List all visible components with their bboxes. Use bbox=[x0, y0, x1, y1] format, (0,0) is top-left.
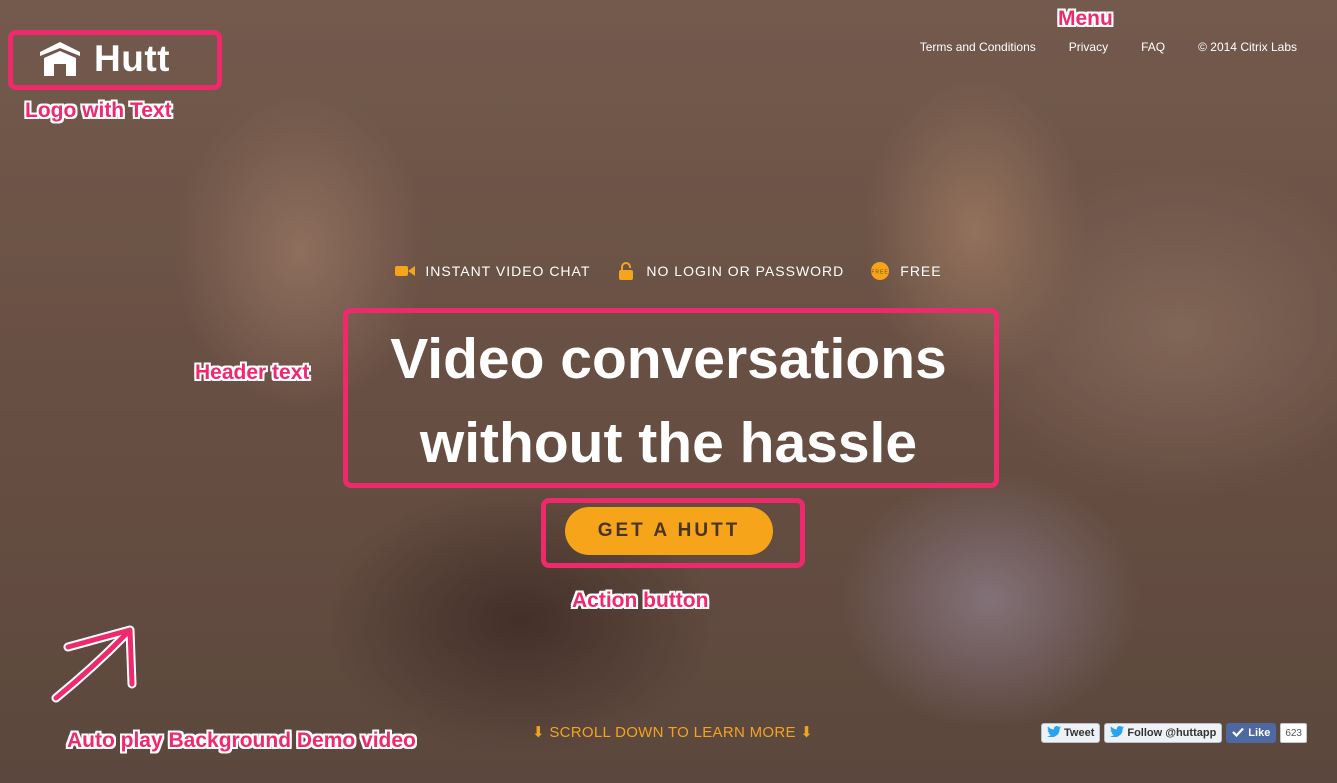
video-camera-icon bbox=[395, 263, 416, 279]
feature-item: NO LOGIN OR PASSWORD bbox=[616, 262, 845, 280]
header-annotation: Header text bbox=[195, 361, 310, 384]
free-badge-text: FREE bbox=[872, 270, 889, 276]
facebook-like-button[interactable]: Like bbox=[1226, 723, 1277, 743]
follow-label: Follow @huttapp bbox=[1127, 727, 1217, 739]
logo-annotation-box bbox=[8, 30, 222, 90]
tweet-button[interactable]: Tweet bbox=[1041, 723, 1101, 743]
action-annotation: Action button bbox=[572, 589, 709, 612]
action-annotation-box bbox=[541, 498, 805, 568]
copyright-text: © 2014 Citrix Labs bbox=[1198, 40, 1297, 54]
feature-label: NO LOGIN OR PASSWORD bbox=[646, 263, 845, 279]
feature-label: INSTANT VIDEO CHAT bbox=[425, 263, 591, 279]
nav-faq-link[interactable]: FAQ bbox=[1141, 40, 1165, 54]
feature-list: INSTANT VIDEO CHAT NO LOGIN OR PASSWORD … bbox=[0, 262, 1337, 280]
like-label: Like bbox=[1248, 727, 1271, 739]
top-menu: Terms and Conditions Privacy FAQ © 2014 … bbox=[920, 40, 1297, 54]
lock-icon bbox=[616, 262, 636, 280]
feature-item: INSTANT VIDEO CHAT bbox=[395, 263, 590, 279]
feature-label: FREE bbox=[900, 263, 942, 279]
nav-terms-link[interactable]: Terms and Conditions bbox=[920, 40, 1036, 54]
annotation-arrow-icon bbox=[51, 625, 137, 703]
tweet-label: Tweet bbox=[1064, 727, 1095, 739]
video-annotation: Auto play Background Demo video bbox=[67, 729, 416, 752]
twitter-bird-icon bbox=[1110, 726, 1125, 740]
logo-annotation: Logo with Text bbox=[25, 99, 172, 122]
scroll-down-link[interactable]: ⬇ SCROLL DOWN TO LEARN MORE ⬇ bbox=[532, 723, 813, 741]
menu-annotation: Menu bbox=[1058, 7, 1113, 30]
free-badge-icon: FREE bbox=[870, 262, 890, 280]
social-buttons: Tweet Follow @huttapp Like 623 bbox=[1041, 723, 1307, 743]
follow-button[interactable]: Follow @huttapp bbox=[1104, 723, 1223, 743]
feature-item: FREE FREE bbox=[870, 262, 942, 280]
checkmark-icon bbox=[1232, 727, 1245, 740]
twitter-bird-icon bbox=[1047, 726, 1061, 740]
like-count: 623 bbox=[1280, 723, 1307, 743]
nav-privacy-link[interactable]: Privacy bbox=[1069, 40, 1108, 54]
header-annotation-box bbox=[343, 308, 999, 488]
